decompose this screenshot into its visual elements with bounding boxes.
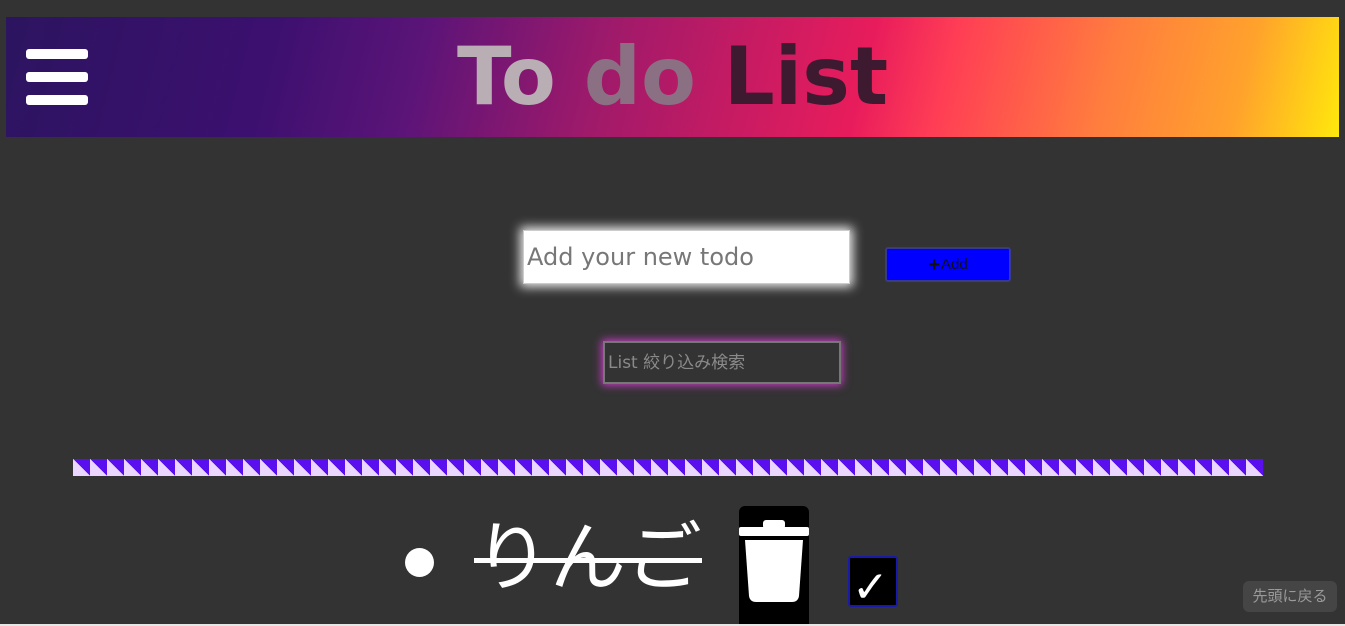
- new-todo-input[interactable]: [523, 230, 850, 284]
- add-button-label: Add: [940, 256, 968, 273]
- title-word-list: List: [723, 30, 889, 123]
- header-banner: To do List: [6, 17, 1339, 137]
- bullet-icon: [405, 548, 434, 577]
- plus-icon: +: [928, 253, 940, 276]
- striped-divider: [73, 459, 1263, 476]
- add-button[interactable]: + Add: [885, 247, 1011, 282]
- back-to-top-button[interactable]: 先頭に戻る: [1243, 581, 1337, 612]
- trash-icon: [739, 520, 809, 602]
- complete-toggle-button[interactable]: ✓: [848, 556, 898, 607]
- title-word-to: To: [456, 30, 556, 123]
- filter-search-input[interactable]: [603, 341, 841, 384]
- todo-app: To do List + Add りんご ✓ 先頭に戻る: [0, 0, 1345, 626]
- todo-item-text[interactable]: りんご: [474, 508, 702, 608]
- delete-button[interactable]: [739, 506, 809, 626]
- checkmark-icon: ✓: [852, 562, 889, 607]
- page-title: To do List: [6, 27, 1339, 127]
- title-word-do: do: [583, 30, 696, 123]
